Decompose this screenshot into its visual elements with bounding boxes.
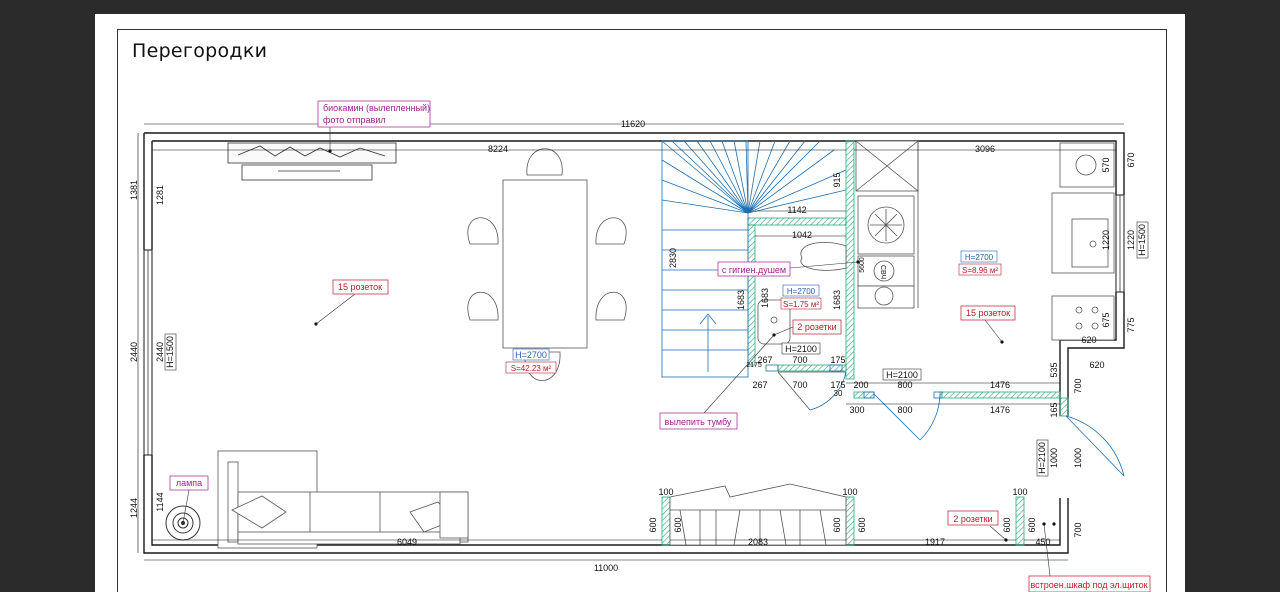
door-swings <box>765 364 1125 477</box>
fireplace-note-line1: биокамин (вылепленный) <box>323 103 430 113</box>
dim-600-b: 600 <box>673 517 683 532</box>
bath-area: S=1.75 м² <box>783 300 819 309</box>
dim-535: 535 <box>1049 362 1059 377</box>
height-labels: H=1500 H=1500 H=2700 H=2700 H=2700 H=210… <box>164 221 1149 477</box>
dim-bottom-total: 11000 <box>594 563 618 573</box>
dim-200: 200 <box>853 380 868 390</box>
dim-left-2440-inner: 2440 <box>155 342 165 362</box>
dim-700-a: 700 <box>792 355 807 365</box>
lamp-note: лампа <box>176 478 202 488</box>
built-in-closet-note: встроен.шкаф под эл.щиток <box>1030 580 1147 590</box>
dim-1220-b: 1220 <box>1126 230 1136 250</box>
dim-bottom-6049: 6049 <box>397 537 417 547</box>
hall-door-height: H=2100 <box>886 370 918 380</box>
dim-175-a: 175 <box>830 355 845 365</box>
floor-plan: 11620 11000 8224 3096 1381 1281 2440 244… <box>129 100 1151 592</box>
bath-sockets-note: 2 розетки <box>797 322 836 332</box>
kitchen-sockets-note: 15 розеток <box>966 308 1010 318</box>
left-window-height: H=1500 <box>165 336 175 368</box>
dining-set <box>467 148 627 381</box>
dim-800-a: 800 <box>897 380 912 390</box>
kitchen-area: S=8.96 м² <box>962 266 998 275</box>
dim-1142: 1142 <box>787 205 806 215</box>
dim-bottom-2083: 2083 <box>748 537 768 547</box>
dim-living-top: 8224 <box>488 144 508 154</box>
wardrobe <box>669 483 847 546</box>
cabinet-note: вылепить тумбу <box>665 417 732 427</box>
dim-700-b: 700 <box>792 380 807 390</box>
dim-600-a: 600 <box>648 517 658 532</box>
dim-675: 675 <box>1101 312 1111 327</box>
dim-top-total: 11620 <box>621 119 645 129</box>
dim-kitchen-top: 3096 <box>975 144 995 154</box>
living-area: S=42.23 м² <box>511 364 552 373</box>
dim-800-b: 800 <box>897 405 912 415</box>
dim-620-a: 620 <box>1081 335 1096 345</box>
living-height: H=2700 <box>515 350 547 360</box>
dim-bottom-1917: 1917 <box>925 537 945 547</box>
dim-1042: 1042 <box>792 230 812 240</box>
hall-sockets-note: 2 розетки <box>953 514 992 524</box>
bath-height: H=2700 <box>787 287 816 296</box>
right-window-height: H=1500 <box>1137 224 1147 256</box>
washer-label: СВЧ <box>879 265 886 279</box>
kitchen-height: H=2700 <box>965 253 994 262</box>
dim-570: 570 <box>1101 157 1111 172</box>
dim-700-d: 700 <box>1073 522 1083 537</box>
dim-1000-a: 1000 <box>1049 448 1059 468</box>
bath-door-height: H=2100 <box>785 344 817 354</box>
fireplace-note-line2: фото отправил <box>323 115 386 125</box>
dim-300: 300 <box>849 405 864 415</box>
dim-100-c: 100 <box>1012 487 1027 497</box>
dim-600-d: 600 <box>857 517 867 532</box>
dim-1220-a: 1220 <box>1101 230 1111 250</box>
dim-left-1144: 1144 <box>155 492 165 511</box>
dim-left-1244: 1244 <box>129 498 139 518</box>
sofa <box>217 450 469 549</box>
dim-30: 30 <box>834 389 843 398</box>
dim-5600: 5600 <box>859 257 866 273</box>
hygienic-shower-note: с гигиен.душем <box>722 265 786 275</box>
dim-100-b: 100 <box>842 487 857 497</box>
biofireplace <box>227 142 397 181</box>
entry-door-height: H=2100 <box>1037 442 1047 474</box>
dim-267-b: 267 <box>752 380 767 390</box>
dim-left-2440-outer: 2440 <box>129 342 139 362</box>
dim-1476-b: 1476 <box>990 405 1010 415</box>
dim-1000-b: 1000 <box>1073 448 1083 468</box>
dim-100-a: 100 <box>658 487 673 497</box>
dim-left-1381: 1381 <box>129 180 139 200</box>
dim-left-1281: 1281 <box>155 185 165 205</box>
dim-1683-c: 1683 <box>832 290 842 310</box>
dim-2830: 2830 <box>668 248 678 268</box>
dim-600-f: 600 <box>1027 517 1037 532</box>
dim-1476-a: 1476 <box>990 380 1010 390</box>
dim-620-b: 620 <box>1089 360 1104 370</box>
living-sockets-note: 15 розеток <box>338 282 382 292</box>
dim-1683-a: 1683 <box>736 290 746 310</box>
dim-700-c: 700 <box>1073 378 1083 393</box>
dim-915: 915 <box>832 172 842 187</box>
dim-1683-b: 1683 <box>760 288 770 308</box>
dim-bottom-450: 450 <box>1035 537 1050 547</box>
dim-670: 670 <box>1126 152 1136 167</box>
dim-600-c: 600 <box>832 517 842 532</box>
dim-600-e: 600 <box>1002 517 1012 532</box>
dim-775: 775 <box>1126 317 1136 332</box>
dim-165: 165 <box>1049 402 1059 417</box>
